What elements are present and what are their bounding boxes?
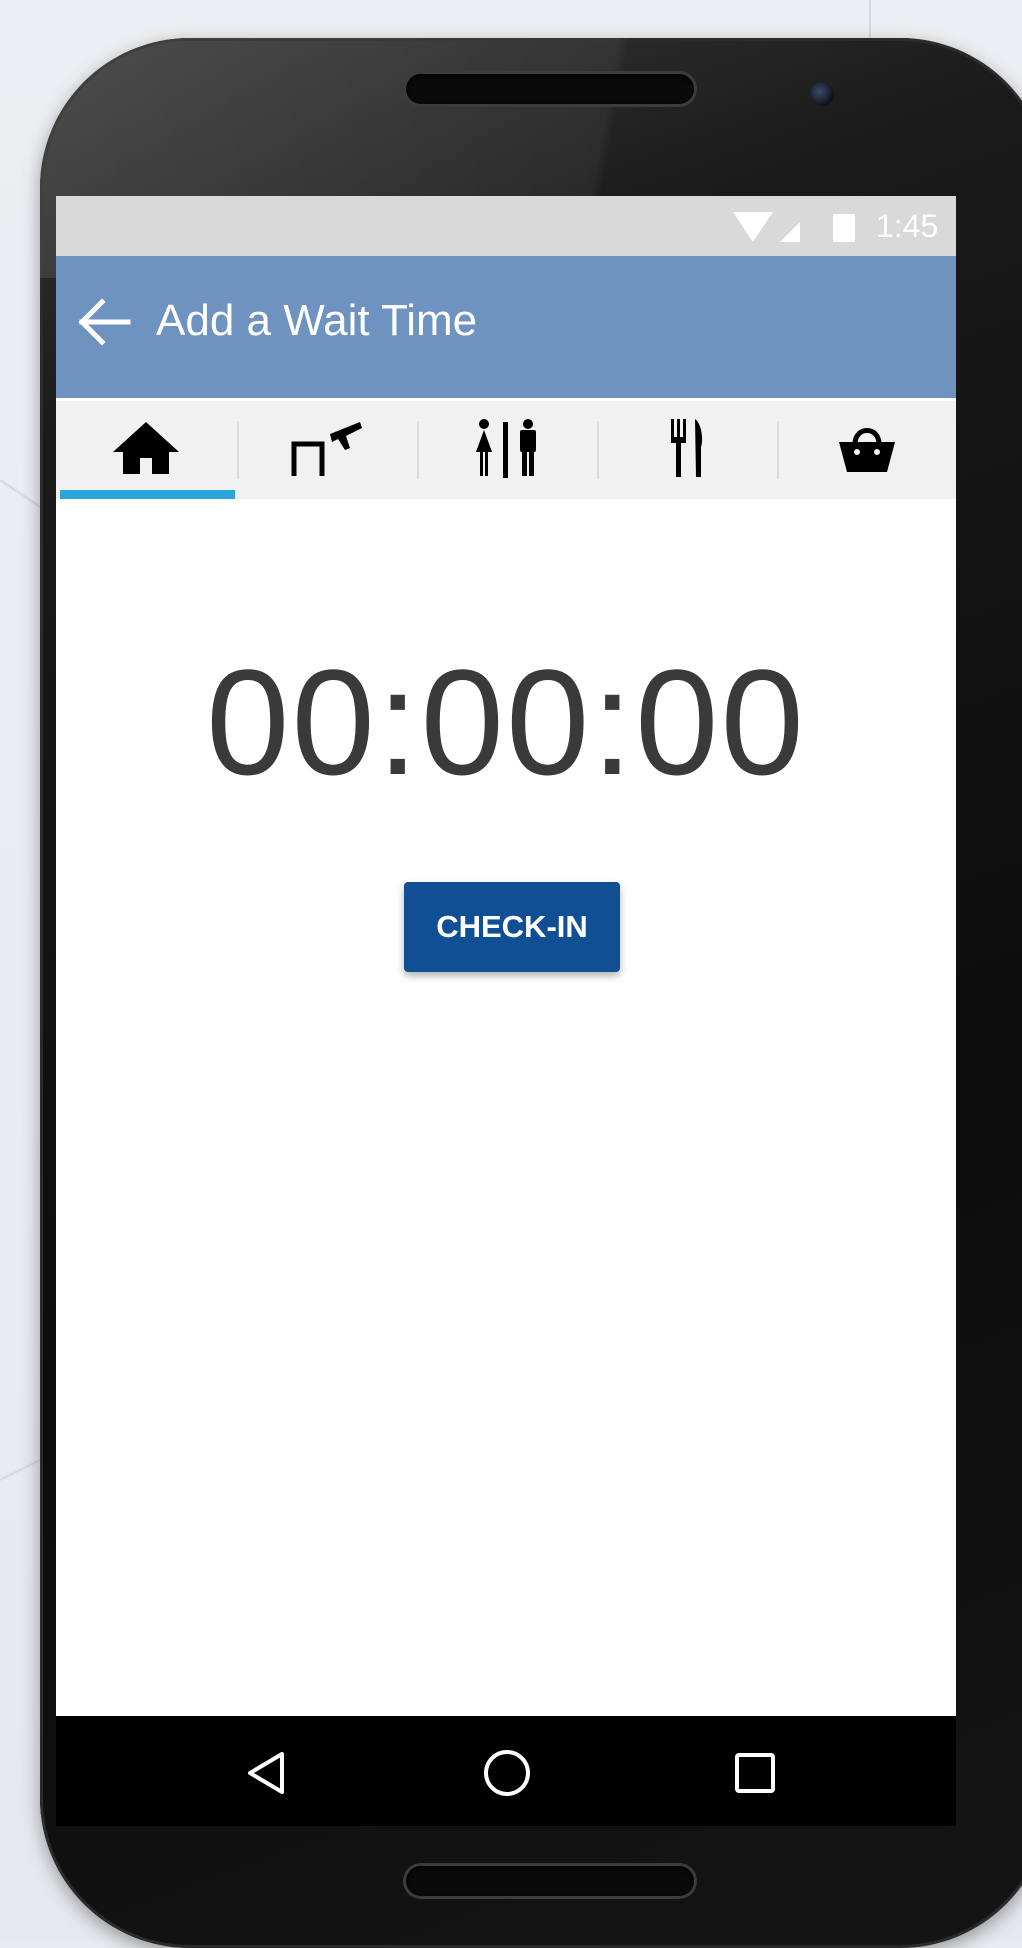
battery-icon — [833, 214, 855, 242]
wifi-icon — [733, 212, 773, 242]
home-circle-icon[interactable] — [472, 1738, 542, 1808]
app-bar: Add a Wait Time — [56, 256, 956, 398]
status-bar: 1:45 — [56, 196, 956, 256]
tab-dining[interactable] — [597, 401, 777, 499]
restaurant-icon — [667, 417, 707, 484]
bottom-speaker — [406, 1866, 694, 1896]
screen: 1:45 Add a Wait Time 00:00:00 CHECK-IN — [56, 196, 956, 1716]
gate-departure-icon — [290, 416, 364, 485]
page-title: Add a Wait Time — [156, 296, 478, 345]
selected-tab-indicator — [60, 490, 235, 499]
cell-signal-icon — [780, 222, 800, 242]
shopping-basket-icon — [837, 422, 897, 479]
arrow-left-icon[interactable] — [74, 292, 134, 352]
tab-shopping[interactable] — [777, 401, 956, 499]
back-triangle-icon[interactable] — [232, 1738, 302, 1808]
tab-home[interactable] — [56, 401, 236, 499]
status-time: 1:45 — [876, 208, 939, 244]
recents-square-icon[interactable] — [720, 1738, 790, 1808]
system-nav-bar — [56, 1716, 956, 1826]
home-icon — [111, 420, 181, 481]
restroom-icon — [472, 418, 542, 483]
category-tabs — [56, 401, 956, 499]
wait-timer: 00:00:00 — [206, 638, 806, 806]
check-in-button[interactable]: CHECK-IN — [404, 882, 620, 972]
top-speaker — [406, 74, 694, 104]
front-camera — [810, 82, 834, 106]
tab-restrooms[interactable] — [417, 401, 597, 499]
tab-gates[interactable] — [237, 401, 417, 499]
